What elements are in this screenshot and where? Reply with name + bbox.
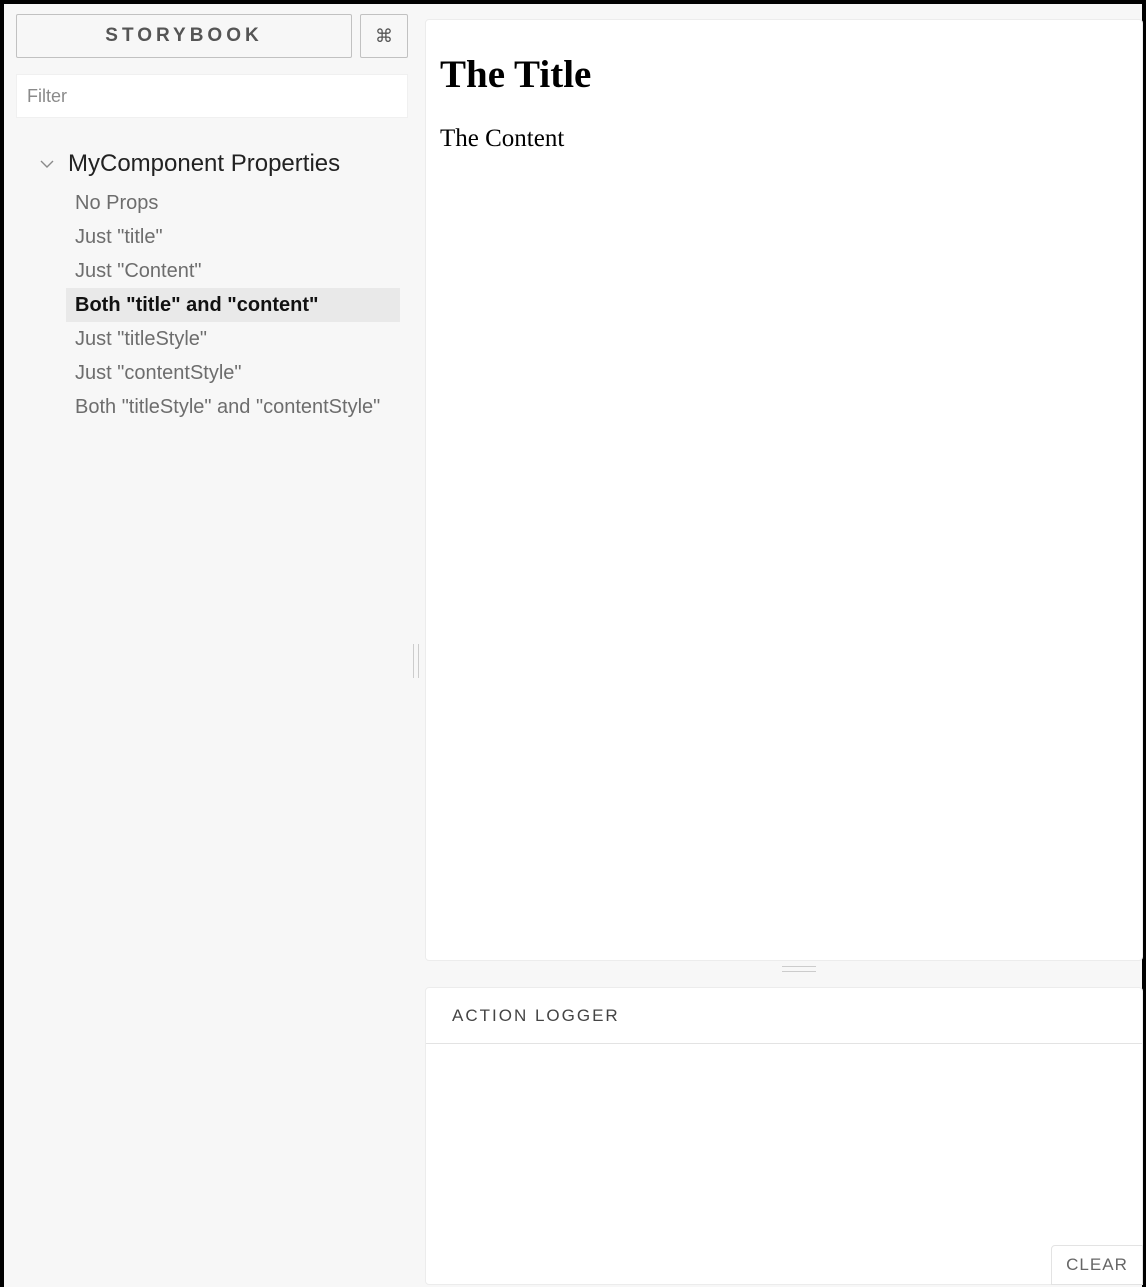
addon-panel: ACTION LOGGER CLEAR xyxy=(425,987,1143,1285)
command-key-icon: ⌘ xyxy=(375,25,393,46)
story-item[interactable]: Just "Content" xyxy=(66,254,400,288)
header-row: STORYBOOK ⌘ xyxy=(16,14,408,58)
addon-panel-resize-handle[interactable] xyxy=(782,966,816,972)
preview-title: The Title xyxy=(440,53,592,96)
shortcuts-button[interactable]: ⌘ xyxy=(360,14,408,58)
story-item[interactable]: Both "titleStyle" and "contentStyle" xyxy=(66,390,400,424)
tab-action-logger[interactable]: ACTION LOGGER xyxy=(426,988,1142,1044)
story-item[interactable]: Just "contentStyle" xyxy=(66,356,400,390)
preview-panel: The Title The Content xyxy=(425,19,1143,961)
sidebar: STORYBOOK ⌘ MyComponent Properties No Pr… xyxy=(16,14,408,424)
kind-mycomponent-properties[interactable]: MyComponent Properties xyxy=(16,146,408,182)
story-item[interactable]: Just "title" xyxy=(66,220,400,254)
story-item[interactable]: Just "titleStyle" xyxy=(66,322,400,356)
story-item[interactable]: Both "title" and "content" xyxy=(66,288,400,322)
storybook-window: STORYBOOK ⌘ MyComponent Properties No Pr… xyxy=(0,0,1146,1287)
storybook-brand-button[interactable]: STORYBOOK xyxy=(16,14,352,58)
filter-input[interactable] xyxy=(16,74,408,118)
preview-content: The Content xyxy=(440,125,565,152)
story-tree: MyComponent Properties No Props Just "tit… xyxy=(16,146,408,424)
story-item[interactable]: No Props xyxy=(66,186,400,220)
story-list: No Props Just "title" Just "Content" Both "… xyxy=(16,186,400,424)
clear-button[interactable]: CLEAR xyxy=(1051,1245,1143,1285)
kind-label: MyComponent Properties xyxy=(68,150,341,177)
chevron-down-icon xyxy=(40,160,54,168)
sidebar-resize-handle[interactable] xyxy=(413,644,419,678)
